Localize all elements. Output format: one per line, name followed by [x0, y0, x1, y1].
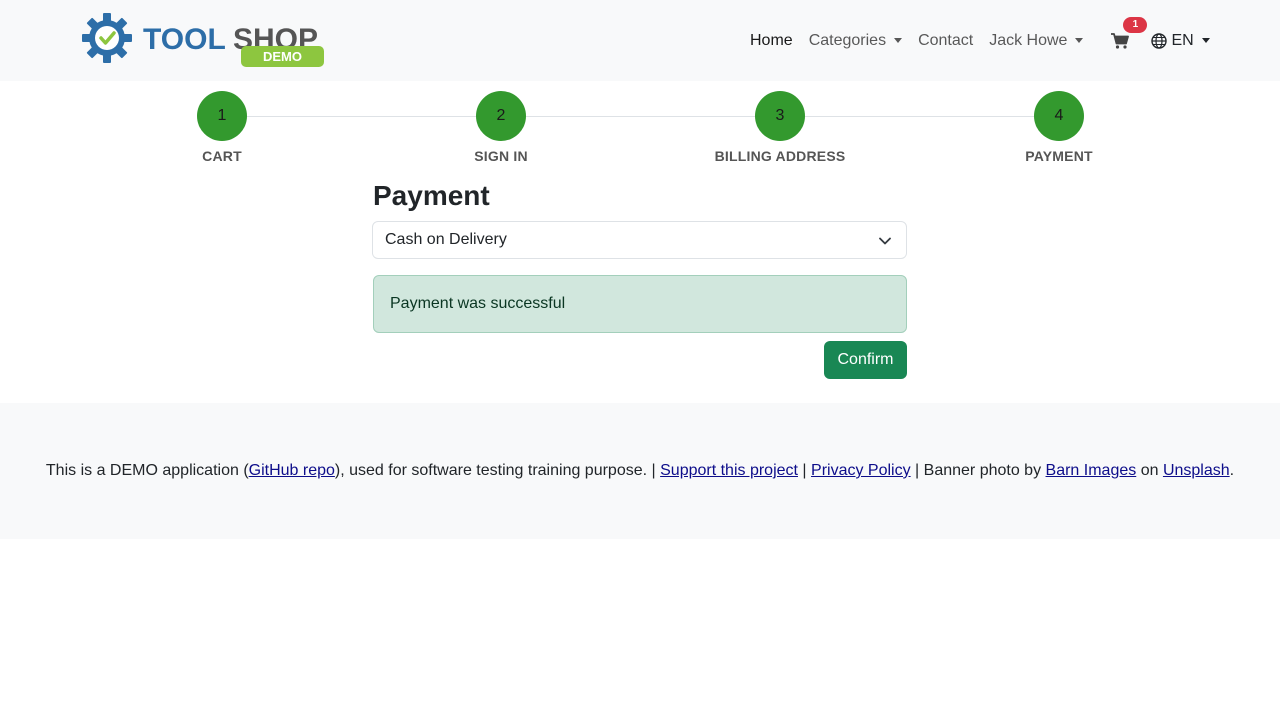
language-selector[interactable]: EN [1143, 32, 1217, 50]
step-label: BILLING ADDRESS [714, 148, 846, 164]
cart-count-badge: 1 [1123, 16, 1148, 33]
step-number: 3 [755, 91, 805, 141]
unsplash-link[interactable]: Unsplash [1163, 462, 1230, 479]
github-repo-link[interactable]: GitHub repo [249, 462, 335, 479]
step-number: 2 [476, 91, 526, 141]
footer: This is a DEMO application (GitHub repo)… [0, 403, 1280, 539]
barn-images-link[interactable]: Barn Images [1046, 462, 1137, 479]
nav-user-label: Jack Howe [989, 31, 1068, 49]
payment-title: Payment [373, 180, 490, 211]
payment-method-value: Cash on Delivery [385, 231, 507, 248]
cart-button[interactable]: 1 [1103, 16, 1148, 49]
nav-categories[interactable]: Categories [801, 32, 910, 50]
step-number: 1 [197, 91, 247, 141]
cart-icon [1111, 32, 1130, 49]
step-payment: 4 PAYMENT [969, 91, 1149, 164]
step-sign-in: 2 SIGN IN [411, 91, 591, 164]
step-billing-address: 3 BILLING ADDRESS [690, 91, 870, 164]
footer-text-part: . [1229, 462, 1235, 479]
logo-badge-demo: DEMO [263, 49, 302, 64]
toolshop-logo[interactable]: TOOL SHOP DEMO [82, 12, 328, 68]
privacy-policy-link[interactable]: Privacy Policy [811, 462, 911, 479]
chevron-down-icon [879, 237, 891, 245]
success-alert: Payment was successful [373, 275, 907, 333]
nav-menu: Home Categories Contact Jack Howe 1 EN [742, 0, 1218, 81]
footer-text-part: | Banner photo by [910, 462, 1046, 479]
caret-down-icon [1075, 38, 1084, 43]
footer-text-part: | [797, 462, 812, 479]
language-label: EN [1171, 31, 1194, 49]
step-label: SIGN IN [474, 148, 528, 164]
stepper-line [222, 116, 1059, 117]
footer-text-part: on [1136, 462, 1163, 479]
support-project-link[interactable]: Support this project [660, 462, 798, 479]
footer-text-part: ), used for software testing training pu… [334, 462, 661, 479]
footer-text: This is a DEMO application (GitHub repo)… [46, 462, 1234, 480]
nav-categories-label: Categories [808, 31, 887, 49]
step-number: 4 [1034, 91, 1084, 141]
caret-down-icon [894, 38, 903, 43]
navbar: TOOL SHOP DEMO Home Categories Contact J… [0, 0, 1280, 81]
step-label: CART [202, 148, 242, 164]
confirm-button[interactable]: Confirm [824, 341, 907, 379]
nav-contact[interactable]: Contact [910, 32, 981, 50]
globe-icon [1151, 32, 1168, 49]
logo-text-tool: TOOL [143, 23, 226, 56]
success-alert-text: Payment was successful [390, 295, 566, 312]
checkout-stepper: 1 CART 2 SIGN IN 3 BILLING ADDRESS 4 PAY… [0, 81, 1280, 181]
step-cart: 1 CART [132, 91, 312, 164]
footer-text-part: This is a DEMO application ( [45, 462, 249, 479]
step-label: PAYMENT [1025, 148, 1093, 164]
nav-home[interactable]: Home [742, 32, 801, 50]
nav-user-menu[interactable]: Jack Howe [981, 32, 1091, 50]
payment-method-select[interactable]: Cash on Delivery [372, 221, 907, 259]
caret-down-icon [1201, 38, 1210, 43]
